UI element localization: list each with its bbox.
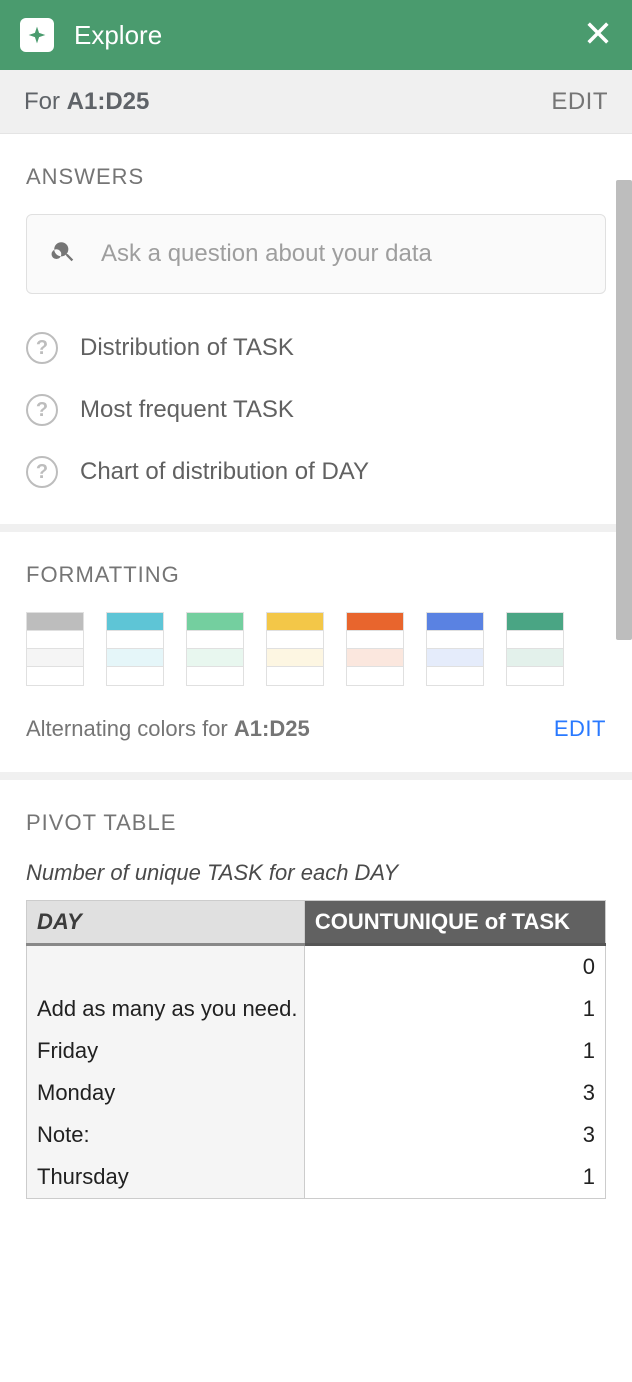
pivot-col-count: COUNTUNIQUE of TASK [304,901,605,945]
color-swatch[interactable] [266,612,324,686]
suggestion-item[interactable]: ? Distribution of TASK [26,332,606,364]
table-row: Monday3 [27,1072,606,1114]
table-row: Thursday1 [27,1156,606,1199]
header-title: Explore [74,20,584,51]
suggestion-text: Most frequent TASK [80,396,294,424]
color-swatch[interactable] [346,612,404,686]
help-icon: ? [26,394,58,426]
color-swatch[interactable] [106,612,164,686]
search-input[interactable] [101,240,581,268]
color-swatch[interactable] [506,612,564,686]
range-prefix: For [24,88,60,115]
formatting-label: Alternating colors for A1:D25 [26,716,310,742]
pivot-count-cell: 1 [304,1156,605,1199]
pivot-title: PIVOT TABLE [26,810,606,836]
suggestion-text: Distribution of TASK [80,334,294,362]
help-icon: ? [26,456,58,488]
pivot-panel: PIVOT TABLE Number of unique TASK for ea… [0,780,632,1199]
pivot-count-cell: 3 [304,1072,605,1114]
suggestion-item[interactable]: ? Most frequent TASK [26,394,606,426]
pivot-day-cell: Monday [27,1072,305,1114]
search-icon [51,239,101,270]
range-text: For A1:D25 [24,88,551,116]
edit-formatting-button[interactable]: EDIT [554,716,606,742]
answers-panel: ANSWERS ? Distribution of TASK? Most frequ… [0,134,632,532]
table-row: Add as many as you need.1 [27,988,606,1030]
pivot-day-cell: Add as many as you need. [27,988,305,1030]
table-row: Note:3 [27,1114,606,1156]
explore-header: Explore [0,0,632,70]
explore-icon [20,18,54,52]
pivot-count-cell: 1 [304,1030,605,1072]
pivot-day-cell: Note: [27,1114,305,1156]
help-icon: ? [26,332,58,364]
pivot-description: Number of unique TASK for each DAY [26,860,606,886]
color-swatch[interactable] [186,612,244,686]
pivot-table: DAY COUNTUNIQUE of TASK 0Add as many as … [26,900,606,1199]
table-row: 0 [27,945,606,989]
edit-range-button[interactable]: EDIT [551,88,608,116]
pivot-day-cell: Thursday [27,1156,305,1199]
suggestion-item[interactable]: ? Chart of distribution of DAY [26,456,606,488]
pivot-day-cell: Friday [27,1030,305,1072]
formatting-label-row: Alternating colors for A1:D25 EDIT [26,716,606,742]
formatting-label-prefix: Alternating colors for [26,716,228,741]
search-box[interactable] [26,214,606,294]
scrollbar[interactable] [616,180,632,640]
table-row: Friday1 [27,1030,606,1072]
suggestion-text: Chart of distribution of DAY [80,458,369,486]
swatches-row [26,612,606,686]
pivot-col-day: DAY [27,901,305,945]
formatting-panel: FORMATTING Alternating colors for A1:D25… [0,532,632,780]
range-value: A1:D25 [67,88,150,115]
pivot-count-cell: 3 [304,1114,605,1156]
formatting-title: FORMATTING [26,562,606,588]
close-button[interactable] [584,19,612,52]
pivot-day-cell [27,945,305,989]
pivot-count-cell: 1 [304,988,605,1030]
range-bar: For A1:D25 EDIT [0,70,632,134]
color-swatch[interactable] [26,612,84,686]
answers-title: ANSWERS [26,164,606,190]
pivot-count-cell: 0 [304,945,605,989]
color-swatch[interactable] [426,612,484,686]
formatting-label-range: A1:D25 [234,716,310,741]
